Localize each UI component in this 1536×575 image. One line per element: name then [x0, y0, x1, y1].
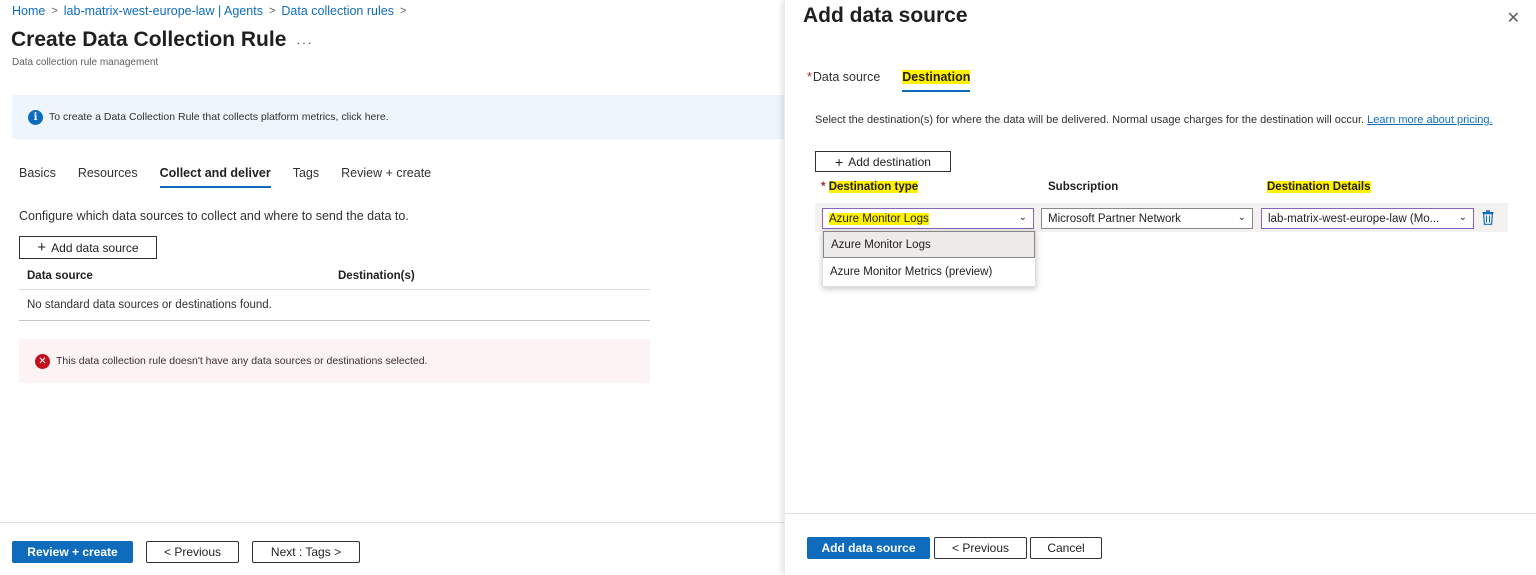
tab-collect-and-deliver[interactable]: Collect and deliver: [159, 166, 271, 188]
plus-icon: +: [37, 239, 47, 256]
destination-description: Select the destination(s) for where the …: [815, 113, 1495, 127]
error-banner-text: This data collection rule doesn't have a…: [56, 355, 428, 367]
tab-data-source[interactable]: *Data source: [807, 70, 880, 92]
chevron-right-icon: >: [51, 5, 58, 17]
panel-cancel-button[interactable]: Cancel: [1030, 537, 1102, 559]
subscription-value: Microsoft Partner Network: [1048, 212, 1181, 225]
previous-button[interactable]: < Previous: [146, 541, 239, 563]
chevron-right-icon: >: [268, 5, 276, 17]
chevron-down-icon: ⌄: [1458, 212, 1467, 223]
destination-description-text: Select the destination(s) for where the …: [815, 114, 1365, 126]
column-destination-details: Destination Details: [1267, 181, 1371, 193]
tab-tags[interactable]: Tags: [293, 166, 319, 188]
page-subtitle: Data collection rule management: [12, 57, 159, 68]
column-destination-details-label: Destination Details: [1267, 181, 1371, 193]
chevron-down-icon: ⌄: [1018, 212, 1027, 223]
required-mark: *: [821, 181, 826, 193]
panel-tabs: *Data source Destination: [807, 70, 992, 92]
panel-title: Add data source: [803, 4, 968, 27]
destination-type-value: Azure Monitor Logs: [829, 212, 929, 225]
add-destination-label: Add destination: [848, 154, 931, 169]
learn-more-link[interactable]: Learn more about pricing.: [1367, 114, 1492, 126]
more-options-button[interactable]: ···: [296, 34, 313, 50]
wizard-tabs: Basics Resources Collect and deliver Tag…: [19, 166, 453, 188]
destination-type-select[interactable]: Azure Monitor Logs ⌄: [822, 208, 1034, 229]
add-data-source-panel: Add data source ✕ *Data source Destinati…: [784, 0, 1536, 575]
panel-footer: Add data source < Previous Cancel: [785, 513, 1536, 575]
error-icon: ✕: [35, 353, 50, 369]
destination-details-select[interactable]: lab-matrix-west-europe-law (Mo... ⌄: [1261, 208, 1474, 229]
tab-destination[interactable]: Destination: [902, 70, 971, 92]
create-dcr-page: Home > lab-matrix-west-europe-law | Agen…: [0, 0, 784, 575]
info-banner[interactable]: i To create a Data Collection Rule that …: [12, 95, 784, 139]
destination-row: Azure Monitor Logs ⌄ Microsoft Partner N…: [815, 203, 1508, 232]
wizard-footer: Review + create < Previous Next : Tags >: [0, 522, 784, 575]
column-data-source: Data source: [27, 269, 93, 282]
delete-icon[interactable]: [1482, 210, 1494, 225]
page-title: Create Data Collection Rule: [11, 28, 287, 51]
table-header: Data source Destination(s): [19, 262, 650, 290]
data-source-table: Data source Destination(s) No standard d…: [19, 262, 650, 321]
breadcrumb-dcr[interactable]: Data collection rules: [281, 4, 394, 18]
breadcrumb-workspace[interactable]: lab-matrix-west-europe-law | Agents: [64, 4, 263, 18]
tab-review-create[interactable]: Review + create: [341, 166, 431, 188]
column-subscription: Subscription: [1048, 181, 1119, 193]
next-tags-button[interactable]: Next : Tags >: [252, 541, 360, 563]
add-destination-button[interactable]: + Add destination: [815, 151, 951, 172]
required-mark: *: [807, 70, 812, 84]
tab-resources[interactable]: Resources: [78, 166, 138, 188]
column-destination-type-label: Destination type: [828, 181, 919, 193]
tab-destination-label: Destination: [902, 70, 971, 84]
plus-icon: +: [835, 153, 844, 170]
info-icon: i: [28, 109, 43, 125]
info-banner-text: To create a Data Collection Rule that co…: [49, 111, 389, 123]
add-data-source-button[interactable]: + Add data source: [19, 236, 157, 259]
destination-details-value: lab-matrix-west-europe-law (Mo...: [1268, 212, 1440, 225]
review-create-button[interactable]: Review + create: [12, 541, 133, 563]
breadcrumb: Home > lab-matrix-west-europe-law | Agen…: [12, 4, 412, 18]
dropdown-option-azure-monitor-logs[interactable]: Azure Monitor Logs: [823, 231, 1035, 258]
panel-previous-button[interactable]: < Previous: [934, 537, 1027, 559]
breadcrumb-home[interactable]: Home: [12, 4, 45, 18]
chevron-right-icon: >: [399, 5, 407, 17]
table-empty-message: No standard data sources or destinations…: [19, 290, 650, 321]
column-destinations: Destination(s): [338, 269, 415, 282]
error-banner: ✕ This data collection rule doesn't have…: [19, 339, 650, 383]
subscription-select[interactable]: Microsoft Partner Network ⌄: [1041, 208, 1253, 229]
collect-description: Configure which data sources to collect …: [19, 209, 409, 223]
destination-type-dropdown: Azure Monitor Logs Azure Monitor Metrics…: [822, 230, 1036, 287]
chevron-down-icon: ⌄: [1237, 212, 1246, 223]
tab-data-source-label: Data source: [812, 70, 881, 84]
add-data-source-label: Add data source: [51, 240, 139, 255]
column-destination-type: * Destination type: [821, 181, 919, 193]
dropdown-option-azure-monitor-metrics[interactable]: Azure Monitor Metrics (preview): [823, 258, 1035, 285]
close-icon[interactable]: ✕: [1507, 8, 1520, 28]
add-data-source-submit-button[interactable]: Add data source: [807, 537, 930, 559]
tab-basics[interactable]: Basics: [19, 166, 56, 188]
